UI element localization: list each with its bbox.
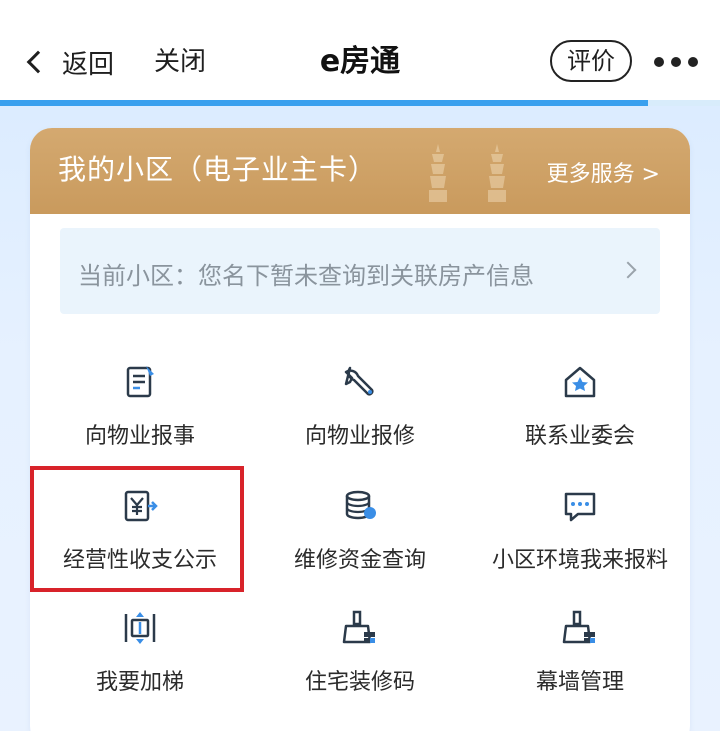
- service-label: 小区环境我来报料: [491, 548, 668, 573]
- service-label: 幕墙管理: [535, 670, 624, 695]
- chat-bubble-icon: [564, 492, 596, 522]
- current-community-notice[interactable]: 当前小区：您名下暂未查询到关联房产信息: [60, 228, 660, 314]
- service-contact-owners-committee[interactable]: 联系业委会: [470, 362, 690, 480]
- service-environment-report[interactable]: 小区环境我来报料: [470, 486, 690, 604]
- rate-button[interactable]: 评价: [550, 40, 632, 82]
- card-header: 我的小区（电子业主卡） 更多服务 >: [30, 128, 690, 214]
- wrench-icon: [344, 366, 374, 396]
- notice-text: 当前小区：您名下暂未查询到关联房产信息: [78, 262, 534, 290]
- service-repair-request[interactable]: 向物业报修: [250, 362, 470, 480]
- service-curtain-wall-management[interactable]: 幕墙管理: [470, 608, 690, 726]
- pagoda-decoration-icon: [429, 144, 447, 202]
- more-menu-icon[interactable]: [654, 50, 698, 74]
- report-document-icon: [126, 366, 154, 398]
- service-label: 维修资金查询: [293, 548, 426, 573]
- service-report-to-property[interactable]: 向物业报事: [30, 362, 250, 480]
- service-label: 联系业委会: [524, 424, 635, 449]
- top-nav-bar: 返回 关闭 e房通 评价: [0, 0, 720, 100]
- chevron-right-icon: [619, 261, 637, 279]
- curtain-wall-brush-icon: [562, 610, 595, 644]
- service-maintenance-fund-query[interactable]: 维修资金查询: [250, 486, 470, 604]
- coin-stack-icon: [345, 490, 376, 520]
- service-label: 向物业报修: [304, 424, 415, 449]
- pagoda-decoration-icon: [488, 144, 506, 202]
- card-title: 我的小区（电子业主卡）: [58, 153, 378, 186]
- elevator-icon: [124, 612, 156, 644]
- service-label: 我要加梯: [95, 670, 184, 695]
- service-label: 向物业报事: [84, 424, 195, 449]
- service-add-elevator[interactable]: 我要加梯: [30, 608, 250, 726]
- home-star-icon: [564, 366, 596, 398]
- highlight-annotation-box: [30, 466, 244, 592]
- renovation-brush-icon: [342, 610, 375, 644]
- service-label: 住宅装修码: [304, 670, 415, 695]
- service-renovation-code[interactable]: 住宅装修码: [250, 608, 470, 726]
- more-services-link[interactable]: 更多服务 >: [547, 156, 660, 188]
